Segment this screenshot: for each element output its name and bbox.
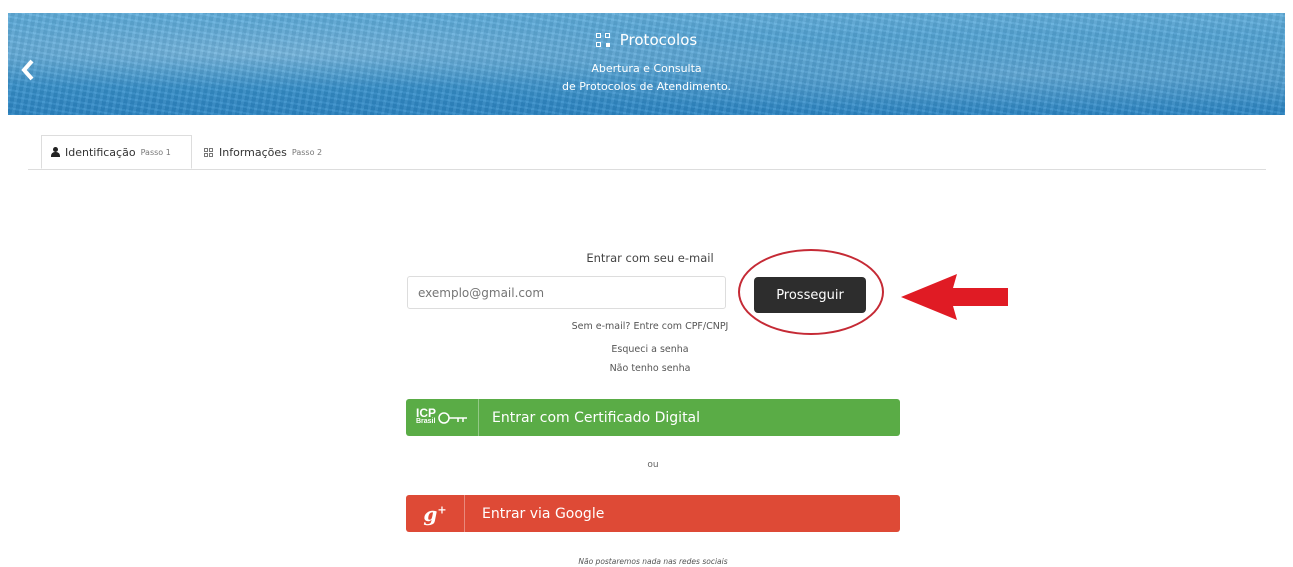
header-banner: Protocolos Abertura e Consulta de Protoc… (8, 13, 1285, 115)
separator-text: ou (647, 460, 659, 470)
social-disclaimer: Não postaremos nada nas redes sociais (578, 557, 728, 566)
prosseguir-button[interactable]: Prosseguir (754, 277, 866, 313)
page-title: Protocolos (619, 31, 698, 49)
qrcode-icon (204, 147, 213, 157)
google-button-label: Entrar via Google (482, 505, 605, 522)
link-no-password[interactable]: Não tenho senha (0, 363, 1293, 374)
user-icon (51, 147, 60, 157)
icp-logo: ICP Brasil (406, 399, 479, 436)
link-forgot-password[interactable]: Esqueci a senha (0, 344, 1293, 355)
tab-identificacao[interactable]: Identificação Passo 1 (41, 135, 192, 169)
google-plus-icon: g+ (406, 495, 465, 532)
email-input[interactable] (407, 276, 726, 309)
tab-step: Passo 2 (291, 147, 323, 157)
google-login-button[interactable]: g+ Entrar via Google (406, 495, 900, 532)
link-cpf-cnpj[interactable]: Sem e-mail? Entre com CPF/CNPJ (0, 321, 1293, 332)
tab-label: Identificação (65, 145, 136, 159)
link-text[interactable]: Esqueci a senha (611, 344, 688, 355)
link-text[interactable]: Sem e-mail? Entre com CPF/CNPJ (572, 321, 729, 332)
header-subtitle-line2: de Protocolos de Atendimento. (561, 80, 731, 93)
tab-step: Passo 1 (140, 147, 171, 157)
annotation-arrow-icon (901, 274, 1008, 320)
header-subtitle-line1: Abertura e Consulta (591, 62, 702, 75)
key-icon (438, 411, 467, 424)
tab-label: Informações (219, 145, 287, 159)
header-title-row: Protocolos (8, 31, 1285, 49)
step-tabs: Identificação Passo 1 Informações Passo … (28, 135, 1266, 170)
tab-informacoes[interactable]: Informações Passo 2 (204, 135, 322, 169)
certificate-button-label: Entrar com Certificado Digital (492, 409, 701, 426)
certificate-login-button[interactable]: ICP Brasil Entrar com Certificado Digita… (406, 399, 900, 436)
icp-logo-sub: Brasil (415, 418, 436, 425)
qrcode-icon (595, 33, 610, 47)
email-label: Entrar com seu e-mail (586, 251, 714, 265)
link-text[interactable]: Não tenho senha (610, 363, 691, 374)
